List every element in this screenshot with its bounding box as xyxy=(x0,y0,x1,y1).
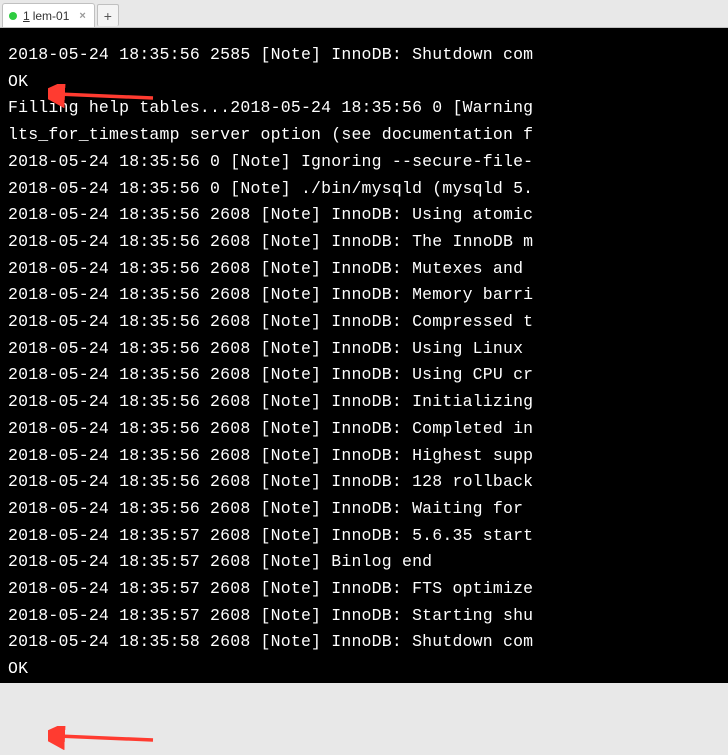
annotation-arrow-2 xyxy=(48,726,158,755)
terminal-line: 2018-05-24 18:35:56 0 [Note] Ignoring --… xyxy=(8,149,728,176)
close-icon[interactable]: × xyxy=(79,10,85,22)
tab-session-1[interactable]: 1 lem-01 × xyxy=(2,3,95,27)
terminal-line: 2018-05-24 18:35:56 2608 [Note] InnoDB: … xyxy=(8,443,728,470)
terminal-line: 2018-05-24 18:35:56 2608 [Note] InnoDB: … xyxy=(8,336,728,363)
tab-label: lem-01 xyxy=(33,9,70,23)
terminal-line: 2018-05-24 18:35:57 2608 [Note] InnoDB: … xyxy=(8,523,728,550)
status-dot-icon xyxy=(9,12,17,20)
terminal-line: 2018-05-24 18:35:56 2608 [Note] InnoDB: … xyxy=(8,362,728,389)
terminal-line: 2018-05-24 18:35:56 0 [Note] ./bin/mysql… xyxy=(8,176,728,203)
terminal-line: 2018-05-24 18:35:58 2608 [Note] InnoDB: … xyxy=(8,629,728,656)
terminal-line: 2018-05-24 18:35:56 2585 [Note] InnoDB: … xyxy=(8,42,728,69)
terminal-line: Filling help tables...2018-05-24 18:35:5… xyxy=(8,95,728,122)
terminal-line: 2018-05-24 18:35:56 2608 [Note] InnoDB: … xyxy=(8,496,728,523)
terminal-line: 2018-05-24 18:35:56 2608 [Note] InnoDB: … xyxy=(8,469,728,496)
terminal-line: 2018-05-24 18:35:56 2608 [Note] InnoDB: … xyxy=(8,202,728,229)
plus-icon: + xyxy=(104,8,112,24)
terminal-line: 2018-05-24 18:35:56 2608 [Note] InnoDB: … xyxy=(8,416,728,443)
terminal-line: OK xyxy=(8,656,728,683)
terminal-line: 2018-05-24 18:35:56 2608 [Note] InnoDB: … xyxy=(8,309,728,336)
terminal-line: 2018-05-24 18:35:56 2608 [Note] InnoDB: … xyxy=(8,389,728,416)
add-tab-button[interactable]: + xyxy=(97,4,119,26)
terminal-line: OK xyxy=(8,69,728,96)
terminal-line: 2018-05-24 18:35:56 2608 [Note] InnoDB: … xyxy=(8,229,728,256)
terminal-line: 2018-05-24 18:35:56 2608 [Note] InnoDB: … xyxy=(8,282,728,309)
tab-bar: 1 lem-01 × + xyxy=(0,0,728,28)
terminal-line: 2018-05-24 18:35:57 2608 [Note] Binlog e… xyxy=(8,549,728,576)
terminal-line: 2018-05-24 18:35:57 2608 [Note] InnoDB: … xyxy=(8,576,728,603)
terminal-output[interactable]: 2018-05-24 18:35:56 2585 [Note] InnoDB: … xyxy=(0,28,728,683)
terminal-line: 2018-05-24 18:35:56 2608 [Note] InnoDB: … xyxy=(8,256,728,283)
terminal-line: 2018-05-24 18:35:57 2608 [Note] InnoDB: … xyxy=(8,603,728,630)
tab-number: 1 xyxy=(23,9,30,23)
terminal-line: lts_for_timestamp server option (see doc… xyxy=(8,122,728,149)
